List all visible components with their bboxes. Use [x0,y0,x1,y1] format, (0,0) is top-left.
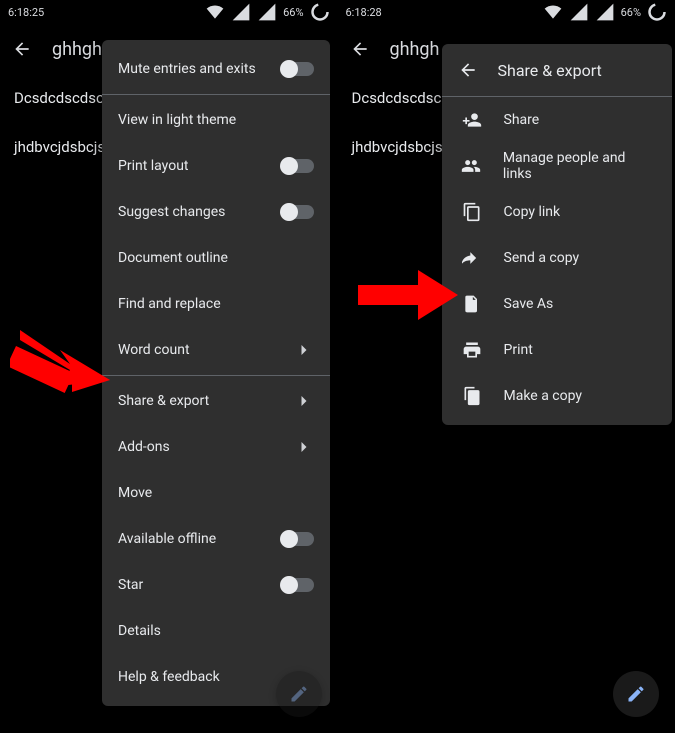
menu-printlayout-label: Print layout [118,158,189,174]
wifi-icon [543,2,563,22]
share-print[interactable]: Print [442,327,672,373]
share-save-as[interactable]: Save As [442,281,672,327]
share-share-label: Share [504,112,540,128]
print-icon [462,340,482,360]
signal-icon-2 [257,2,277,22]
battery-saver-icon [310,2,330,22]
person-plus-icon [462,110,482,130]
toggle-suggest[interactable] [282,205,314,219]
share-send-copy[interactable]: Send a copy [442,235,672,281]
menu-suggest-label: Suggest changes [118,204,225,220]
share-export-panel: Share & export Share Manage people and l… [442,44,672,425]
toggle-mute[interactable] [282,62,314,76]
edit-fcontent[interactable] [613,671,659,717]
doc-title: ghhgh [52,39,102,60]
pencil-icon [626,684,646,704]
toggle-offline[interactable] [282,532,314,546]
menu-mute-label: Mute entries and exits [118,61,256,77]
battery-saver-icon [647,2,667,22]
share-share[interactable]: Share [442,97,672,143]
people-icon [461,156,481,176]
nav-icon [50,2,70,22]
nav-icon [388,2,408,22]
share-copylink-label: Copy link [504,204,561,220]
duplicate-icon [462,386,482,406]
toggle-star[interactable] [282,578,314,592]
menu-wordcount-label: Word count [118,342,190,358]
status-time: 6:18:28 [346,6,382,19]
status-time: 6:18:25 [8,6,44,19]
arrow-annotation [10,320,110,400]
chevron-right-icon [294,437,314,457]
menu-outline-label: Document outline [118,250,228,266]
overflow-menu: Mute entries and exits View in light the… [102,40,330,706]
menu-available-offline[interactable]: Available offline [102,516,330,562]
menu-move-label: Move [118,485,152,501]
menu-find-replace[interactable]: Find and replace [102,281,330,327]
file-icon [462,294,482,314]
share-make-copy[interactable]: Make a copy [442,373,672,419]
divider [102,375,330,376]
share-saveas-label: Save As [504,296,554,312]
image-icon [102,2,122,22]
menu-light-theme[interactable]: View in light theme [102,97,330,143]
menu-print-layout[interactable]: Print layout [102,143,330,189]
menu-details[interactable]: Details [102,608,330,654]
menu-light-label: View in light theme [118,112,236,128]
share-manage-label: Manage people and links [503,150,654,182]
menu-star[interactable]: Star [102,562,330,608]
image-icon [440,2,460,22]
send-icon [462,248,482,268]
menu-offline-label: Available offline [118,531,216,547]
signal-icon-2 [595,2,615,22]
battery-text: 66% [283,6,303,19]
back-icon[interactable] [458,60,478,80]
share-sendcopy-label: Send a copy [504,250,580,266]
chevron-right-icon [294,391,314,411]
menu-suggest-changes[interactable]: Suggest changes [102,189,330,235]
menu-document-outline[interactable]: Document outline [102,235,330,281]
signal-icon [569,2,589,22]
share-manage[interactable]: Manage people and links [442,143,672,189]
cloud-icon [414,2,434,22]
menu-add-ons[interactable]: Add-ons [102,424,330,470]
status-bar: 6:18:28 66% [338,0,675,24]
menu-move[interactable]: Move [102,470,330,516]
menu-find-label: Find and replace [118,296,221,312]
menu-star-label: Star [118,577,143,593]
share-makecopy-label: Make a copy [504,388,583,404]
signal-icon [231,2,251,22]
toggle-print-layout[interactable] [282,159,314,173]
menu-share-export[interactable]: Share & export [102,378,330,424]
menu-details-label: Details [118,623,161,639]
menu-word-count[interactable]: Word count [102,327,330,373]
back-icon[interactable] [12,39,32,59]
chevron-right-icon [294,340,314,360]
copy-icon [462,202,482,222]
battery-text: 66% [621,6,641,19]
menu-help-label: Help & feedback [118,669,220,685]
screen-left: 6:18:25 66% ghhgh Dcsdcdscdscs jhdbvcjds… [0,0,338,733]
status-bar: 6:18:25 66% [0,0,338,24]
doc-title: ghhgh [390,39,440,60]
share-print-label: Print [504,342,533,358]
wifi-icon [205,2,225,22]
back-icon[interactable] [350,39,370,59]
menu-mute-entries[interactable]: Mute entries and exits [102,46,330,92]
menu-shareexport-label: Share & export [118,393,209,409]
screen-right: 6:18:28 66% ghhgh Dcsdcdscdscs jhdbvcjds… [338,0,675,733]
edit-fab[interactable] [276,671,322,717]
cloud-icon [76,2,96,22]
menu-addons-label: Add-ons [118,439,170,455]
share-title: Share & export [498,61,602,80]
share-header: Share & export [442,44,672,96]
pencil-icon [289,684,309,704]
share-copy-link[interactable]: Copy link [442,189,672,235]
divider [102,94,330,95]
